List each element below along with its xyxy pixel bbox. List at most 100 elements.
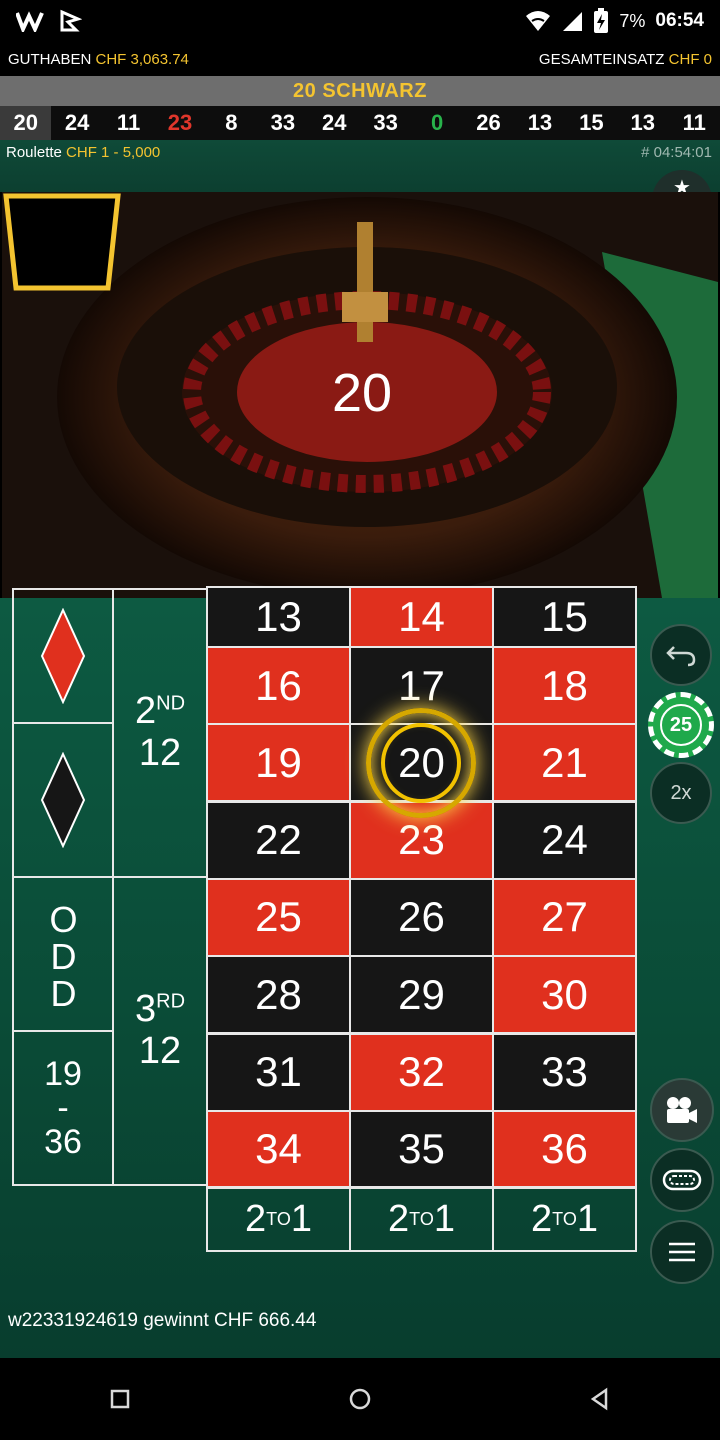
number-cell-36[interactable]: 36 [492,1109,637,1189]
odd-bet[interactable]: ODD [12,876,114,1032]
history-number: 23 [167,110,193,135]
history-number: 11 [116,110,141,135]
number-cell-33[interactable]: 33 [492,1032,637,1112]
number-cell-34[interactable]: 34 [206,1109,351,1189]
number-cell-19[interactable]: 19 [206,723,351,803]
back-icon[interactable] [588,1387,612,1411]
col-b: 1 [576,1197,598,1240]
history-number: 24 [64,110,90,135]
number-cell-35[interactable]: 35 [349,1109,494,1189]
double-label: 2x [670,781,692,804]
col-sup: TO [266,1208,291,1229]
number-cell-29[interactable]: 29 [349,955,494,1035]
dozen3-12: 12 [138,1030,182,1072]
history-number: 33 [270,110,296,135]
number-cell-14[interactable]: 14 [349,586,494,648]
table-limits: CHF 1 - 5,000 [66,144,161,161]
col-a: 2 [245,1197,267,1240]
dozen-3rd-12[interactable]: 3RD 12 [112,876,208,1186]
dozen2-12: 12 [138,732,182,774]
result-display [3,193,121,291]
result-number: 20 [331,363,393,423]
history-number: 0 [430,110,444,135]
number-cell-30[interactable]: 30 [492,955,637,1035]
racetrack-icon [662,1169,702,1191]
number-cell-26[interactable]: 26 [349,877,494,957]
number-cell-15[interactable]: 15 [492,586,637,648]
number-cell-31[interactable]: 31 [206,1032,351,1112]
high-19-36-bet[interactable]: 19-36 [12,1030,114,1186]
col-sup: TO [409,1208,434,1229]
col-a: 2 [531,1197,553,1240]
w-logo-icon [16,11,44,32]
dozen3-num: 3 [134,988,157,1031]
history-number: 20 [0,106,52,140]
high-b: 36 [44,1123,82,1161]
dozen2-sup: ND [156,692,186,715]
recent-apps-icon[interactable] [108,1387,132,1411]
history-number: 26 [476,110,501,135]
number-cell-27[interactable]: 27 [492,877,637,957]
hamburger-menu-icon [669,1242,695,1262]
column-bet-2to1[interactable]: 2 TO 1 [206,1186,351,1252]
history-number: 24 [322,110,347,135]
battery-percent: 7% [619,10,646,31]
high-a: 19 [44,1055,82,1093]
total-bet-label: GESAMTEINSATZ [538,50,665,68]
number-cell-32[interactable]: 32 [349,1032,494,1112]
number-cell-24[interactable]: 24 [492,800,637,880]
video-camera-icon [667,1097,697,1123]
black-diamond-icon [40,752,86,848]
round-id: # 04:54:01 [641,144,712,161]
number-cell-13[interactable]: 13 [206,586,351,648]
live-video: 20 [2,192,718,598]
history-number: 8 [225,110,238,135]
odd-label: ODD [43,898,84,1010]
racetrack-button[interactable] [650,1148,714,1212]
column-bet-2to1[interactable]: 2 TO 1 [492,1186,637,1252]
red-bet[interactable] [12,588,114,724]
b-logo-icon [60,9,82,32]
total-bet-value: CHF 0 [668,50,712,68]
history-number: 11 [682,110,706,135]
undo-button[interactable] [650,624,712,686]
history-number: 13 [527,110,553,135]
history-number: 13 [630,110,656,135]
battery-icon [594,8,609,33]
android-nav-bar [0,1358,720,1440]
col-b: 1 [433,1197,455,1240]
dozen-2nd-12[interactable]: 2ND 12 [112,588,208,878]
video-camera-button[interactable] [650,1078,714,1142]
balance-label: GUTHABEN [8,50,92,68]
balance-value: CHF 3,063.74 [95,50,189,68]
table-info: Roulette CHF 1 - 5,000 # 04:54:01 ★ [0,140,720,200]
chip-selector[interactable]: 25 [648,692,714,758]
column-bet-2to1[interactable]: 2 TO 1 [349,1186,494,1252]
status-bar: 7% 06:54 [0,0,720,42]
balance-row: GUTHABEN CHF 3,063.74 GESAMTEINSATZ CHF … [0,42,720,76]
double-bet-button[interactable]: 2x [650,762,712,824]
history-number: 33 [373,110,398,135]
col-b: 1 [290,1197,312,1240]
number-cell-18[interactable]: 18 [492,646,637,725]
chip-value: 25 [660,704,702,746]
history-number: 15 [579,110,604,135]
result-banner: 20 SCHWARZ [0,76,720,106]
col-a: 2 [388,1197,410,1240]
number-cell-16[interactable]: 16 [206,646,351,725]
clock: 06:54 [655,10,704,31]
betting-board: 13 14 15 16 17 18 19 20 21 22 23 24 25 26 27 28 29 30 31 32… [0,586,720,1358]
high-dash: - [57,1089,69,1127]
number-cell-28[interactable]: 28 [206,955,351,1035]
undo-icon [666,646,696,667]
menu-button[interactable] [650,1220,714,1284]
wifi-icon [526,11,551,31]
number-cell-25[interactable]: 25 [206,877,351,957]
number-cell-21[interactable]: 21 [492,723,637,803]
home-icon[interactable] [347,1386,373,1412]
black-bet[interactable] [12,722,114,878]
signal-icon [563,12,583,31]
table-name: Roulette [6,144,62,161]
number-cell-22[interactable]: 22 [206,800,351,880]
winning-number-highlight-inner [381,723,461,803]
